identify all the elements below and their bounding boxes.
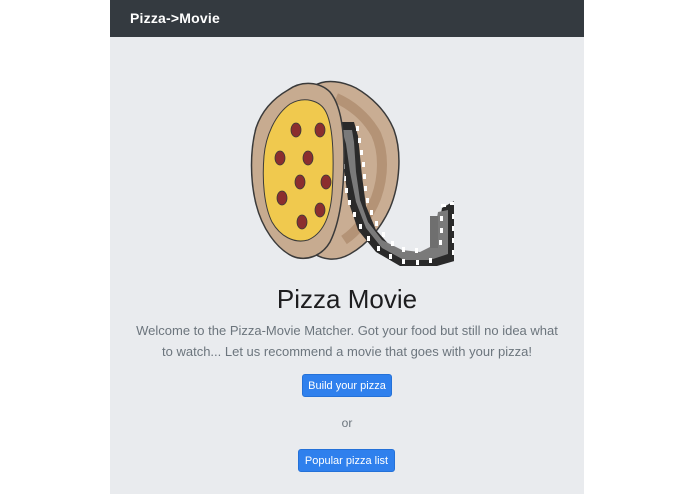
- popular-pizza-list-button[interactable]: Popular pizza list: [298, 449, 395, 472]
- page-title: Pizza Movie: [276, 284, 418, 314]
- app-container: Pizza->Movie Pizza Movie Welcome to the …: [110, 0, 584, 494]
- build-pizza-button[interactable]: Build your pizza: [302, 374, 392, 397]
- welcome-description: Welcome to the Pizza-Movie Matcher. Got …: [136, 323, 558, 359]
- pizza-film-reel-icon: [244, 76, 458, 271]
- or-separator: or: [341, 416, 353, 430]
- navbar: Pizza->Movie: [110, 0, 584, 37]
- navbar-brand[interactable]: Pizza->Movie: [130, 10, 220, 27]
